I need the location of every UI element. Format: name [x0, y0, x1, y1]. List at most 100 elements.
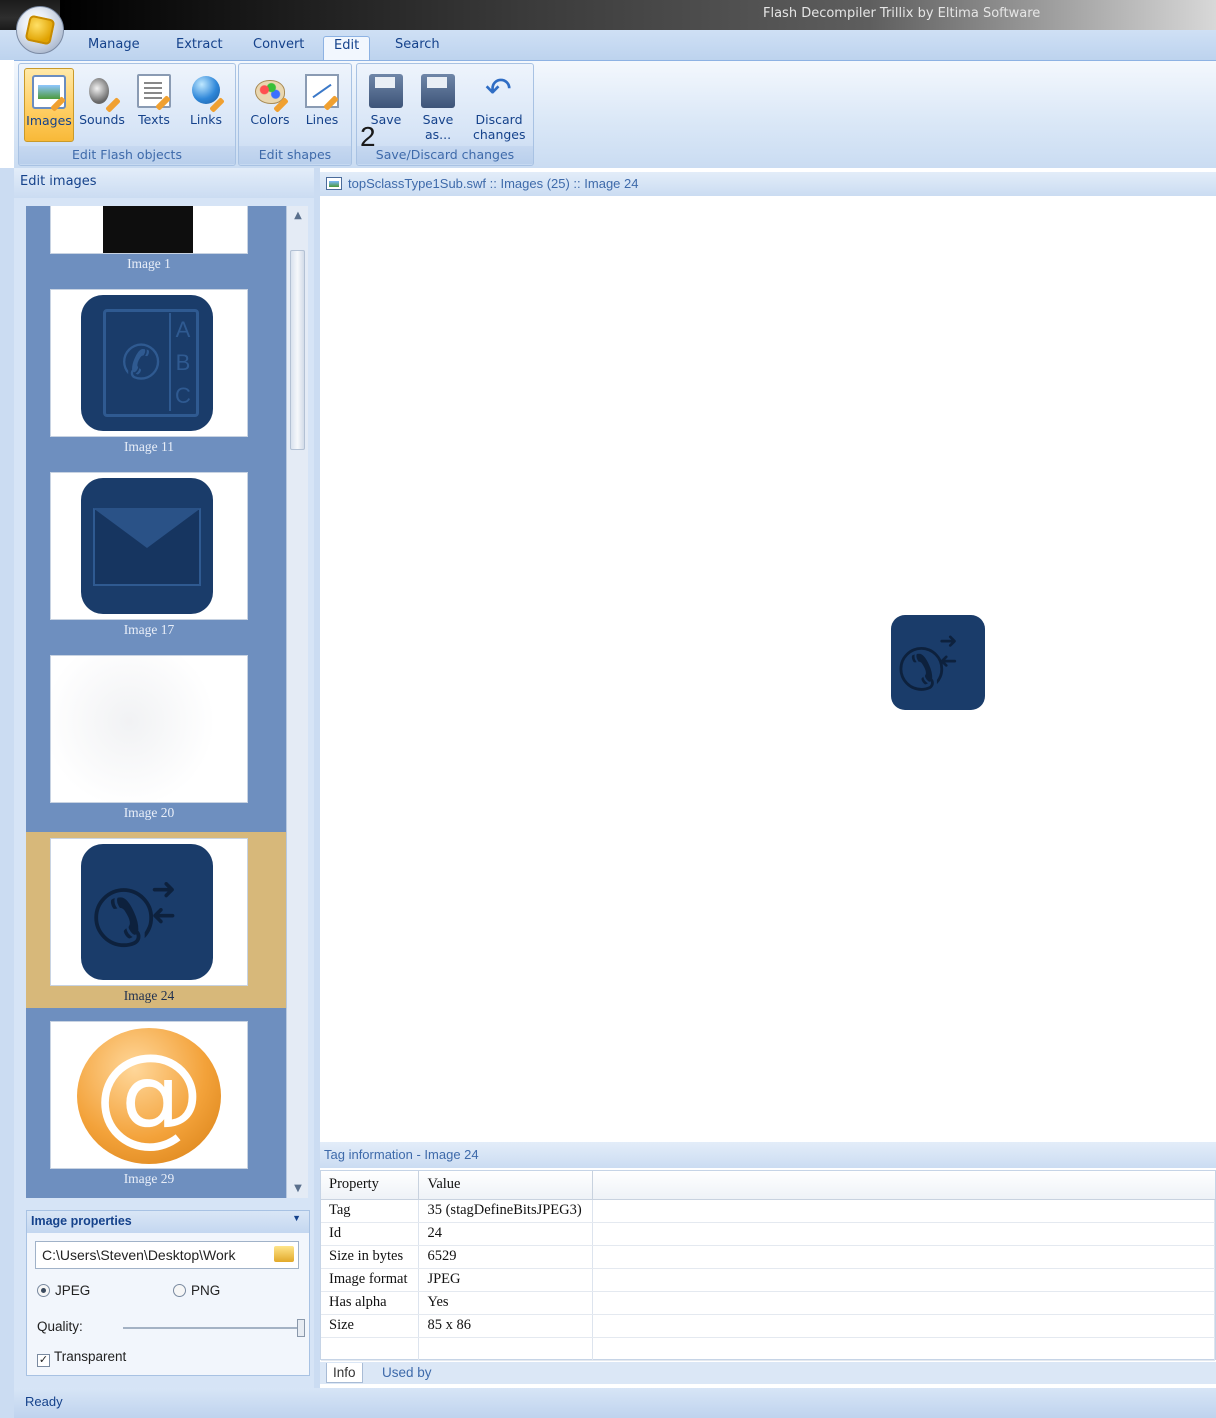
- tab-search[interactable]: Search: [385, 36, 450, 60]
- discard-button-label: Discard changes: [473, 112, 526, 142]
- scrollbar-thumb[interactable]: [290, 250, 305, 450]
- thumbnail-frame: @: [50, 1021, 248, 1169]
- image-properties-header[interactable]: Image properties ▼: [27, 1211, 309, 1233]
- tab-edit[interactable]: Edit: [323, 36, 371, 60]
- scroll-down-icon[interactable]: ▼: [291, 1183, 305, 1194]
- envelope-icon: [81, 478, 213, 614]
- thumbnail-frame: [50, 655, 248, 803]
- image-properties-title: Image properties: [31, 1214, 132, 1228]
- status-bar: Ready: [14, 1388, 1216, 1418]
- sounds-button-label: Sounds: [79, 112, 125, 127]
- discard-changes-button[interactable]: Discard changes: [469, 68, 529, 142]
- properties-table: Property Value Tag 35 (stagDefineBitsJPEG…: [321, 1171, 1215, 1361]
- radio-selected-icon: [37, 1284, 50, 1297]
- links-button-label: Links: [189, 112, 223, 127]
- panel-title: Edit images: [14, 168, 314, 198]
- colors-button-label: Colors: [250, 112, 290, 127]
- tab-extract[interactable]: Extract: [166, 36, 233, 60]
- left-edge: [0, 168, 14, 1418]
- path-input[interactable]: C:\Users\Steven\Desktop\Work: [35, 1241, 299, 1269]
- thumbnail-frame: [50, 472, 248, 620]
- thumbnail-caption: Image 24: [123, 988, 175, 1003]
- links-button[interactable]: Links: [181, 68, 231, 142]
- colors-button[interactable]: Colors: [245, 68, 295, 142]
- tag-info-title: Tag information - Image 24: [320, 1142, 1216, 1168]
- gallery-item-image-20[interactable]: Image 20: [26, 649, 286, 825]
- scroll-up-icon[interactable]: ▲: [291, 210, 305, 221]
- application-menu-button[interactable]: [16, 6, 64, 54]
- group-edit-shapes: Colors Lines Edit shapes: [238, 63, 352, 166]
- undo-icon: [482, 70, 516, 108]
- sounds-icon: [85, 74, 121, 113]
- table-row[interactable]: Image format JPEG: [321, 1268, 1215, 1292]
- lines-button-label: Lines: [305, 112, 339, 127]
- png-label: PNG: [191, 1283, 221, 1298]
- table-row[interactable]: Tag 35 (stagDefineBitsJPEG3): [321, 1199, 1215, 1223]
- table-row[interactable]: Size in bytes 6529: [321, 1245, 1215, 1269]
- quality-slider[interactable]: [123, 1319, 305, 1337]
- save-as-button[interactable]: Save as...: [413, 68, 463, 142]
- thumbnail-caption: Image 1: [127, 256, 171, 271]
- thumbnail-frame: ✆ ➜ ➜: [50, 838, 248, 986]
- folder-open-icon[interactable]: [274, 1246, 294, 1262]
- save-icon: [369, 74, 403, 108]
- images-icon: [32, 75, 66, 112]
- slider-knob[interactable]: [297, 1319, 305, 1337]
- group-edit-flash-objects: Images Sounds Texts Links Edit Flash obj…: [18, 63, 236, 166]
- lines-button[interactable]: Lines: [297, 68, 347, 142]
- blank-image: [51, 656, 247, 802]
- tab-convert[interactable]: Convert: [243, 36, 314, 60]
- gallery-item-image-1[interactable]: Image 1: [26, 206, 286, 276]
- tab-used-by[interactable]: Used by: [376, 1363, 438, 1382]
- tag-info-tabs: Info Used by: [320, 1362, 1216, 1384]
- path-value: C:\Users\Steven\Desktop\Work: [42, 1247, 236, 1263]
- thumbnail-frame: [50, 206, 248, 254]
- radio-unselected-icon: [173, 1284, 186, 1297]
- column-header-property[interactable]: Property: [321, 1171, 420, 1200]
- phone-book-icon: ABC ✆: [81, 295, 213, 431]
- thumbnail-caption: Image 20: [123, 805, 175, 820]
- black-image: [103, 206, 193, 253]
- table-row: [321, 1337, 1215, 1361]
- gallery-item-image-17[interactable]: Image 17: [26, 466, 286, 642]
- group-label: Edit shapes: [239, 146, 351, 164]
- tab-manage[interactable]: Manage: [78, 36, 150, 60]
- column-header-value[interactable]: Value: [418, 1171, 594, 1200]
- thumbnail-caption: Image 11: [123, 439, 175, 454]
- thumbnail-frame: ABC ✆: [50, 289, 248, 437]
- texts-button[interactable]: Texts: [129, 68, 179, 142]
- table-row[interactable]: Id 24: [321, 1222, 1215, 1246]
- sounds-button[interactable]: Sounds: [77, 68, 127, 142]
- image-properties-panel: Image properties ▼ C:\Users\Steven\Deskt…: [26, 1210, 310, 1376]
- tag-info-grid: Property Value Tag 35 (stagDefineBitsJPEG…: [320, 1170, 1216, 1361]
- quality-label: Quality:: [37, 1319, 83, 1334]
- table-row[interactable]: Has alpha Yes: [321, 1291, 1215, 1315]
- png-radio[interactable]: PNG: [173, 1283, 220, 1298]
- images-button-label: Images: [26, 113, 72, 128]
- gallery-item-image-29[interactable]: @ Image 29: [26, 1015, 286, 1191]
- ribbon: Images Sounds Texts Links Edit Flash obj…: [14, 60, 1216, 168]
- group-save-discard: Save Save as... Discard changes Save/Dis…: [356, 63, 534, 166]
- call-transfer-icon: ✆ ➜ ➜: [891, 615, 985, 710]
- jpeg-label: JPEG: [55, 1283, 91, 1298]
- window-title: Flash Decompiler Trillix by Eltima Softw…: [763, 6, 1041, 21]
- texts-icon: [137, 74, 171, 111]
- group-label: Edit Flash objects: [19, 146, 235, 164]
- table-row[interactable]: Size 85 x 86: [321, 1314, 1215, 1338]
- transparent-checkbox[interactable]: ✓ Transparent: [37, 1349, 126, 1367]
- collapse-icon[interactable]: ▼: [292, 1213, 301, 1223]
- gallery-item-image-24[interactable]: ✆ ➜ ➜ Image 24: [26, 832, 286, 1008]
- jpeg-radio[interactable]: JPEG: [37, 1283, 90, 1298]
- breadcrumb: topSclassType1Sub.swf :: Images (25) :: …: [348, 176, 639, 191]
- gallery-scrollbar[interactable]: ▲ ▼: [286, 206, 308, 1198]
- app-logo-icon: [24, 14, 56, 46]
- save-as-button-label: Save as...: [422, 112, 454, 142]
- edit-images-panel: Edit images Image 1 ABC ✆ Image 11 Image…: [14, 168, 314, 1388]
- viewer-breadcrumb-bar: topSclassType1Sub.swf :: Images (25) :: …: [320, 172, 1216, 196]
- image-gallery[interactable]: Image 1 ABC ✆ Image 11 Image 17 Image 20…: [26, 206, 286, 1198]
- image-file-icon: [326, 177, 342, 190]
- links-icon: [189, 74, 225, 113]
- tab-info[interactable]: Info: [326, 1363, 363, 1383]
- images-button[interactable]: Images: [24, 68, 74, 142]
- gallery-item-image-11[interactable]: ABC ✆ Image 11: [26, 283, 286, 459]
